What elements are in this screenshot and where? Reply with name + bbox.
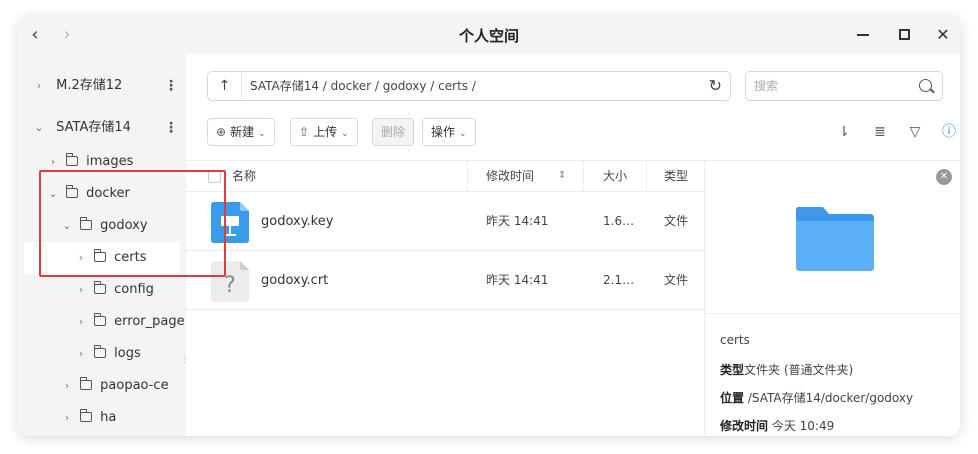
table-row[interactable]: godoxy.key 昨天 14:41 1.6… 文件 <box>186 192 704 251</box>
detail-modified: 修改时间 今天 10:49 <box>720 417 834 434</box>
maximize-icon <box>899 29 910 40</box>
chevron-down-icon[interactable]: ⌄ <box>32 112 46 144</box>
maximize-button[interactable] <box>894 24 916 46</box>
info-icon[interactable]: ⓘ <box>939 122 959 142</box>
title-bar: ‹ › 个人空间 ✕ <box>18 16 960 54</box>
sidebar-item-m2[interactable]: › M.2存储12 ⋮ <box>32 70 178 102</box>
column-divider <box>646 161 647 192</box>
sidebar-item-logs[interactable]: › logs <box>74 338 141 370</box>
table-header: 名称 修改时间 ⇕ 大小 类型 <box>186 160 704 192</box>
new-button[interactable]: ⊕ 新建 ⌄ <box>207 118 275 146</box>
up-arrow-icon[interactable]: ↑ <box>208 72 242 100</box>
table-row[interactable]: ? godoxy.crt 昨天 14:41 2.1… 文件 <box>186 251 704 310</box>
sidebar-item-label: M.2存储12 <box>56 78 123 93</box>
sidebar-item-ha[interactable]: › ha <box>60 402 116 434</box>
annotation-highlight-box <box>39 170 226 277</box>
sidebar-item-error-page[interactable]: › error_page <box>74 306 185 338</box>
path-bar[interactable]: ↑ SATA存储14 / docker / godoxy / certs / ↻ <box>207 71 731 101</box>
folder-icon <box>93 345 106 358</box>
detail-location-value: /SATA存储14/docker/godoxy <box>744 391 914 405</box>
search-input[interactable]: 搜索 <box>745 71 943 101</box>
detail-name: certs <box>720 333 750 347</box>
detail-type-value: 文件夹 (普通文件夹) <box>744 363 854 377</box>
sidebar-item-label: ha <box>100 410 117 425</box>
new-button-label: 新建 <box>230 125 255 139</box>
file-type: 文件 <box>664 273 689 287</box>
close-button[interactable]: ✕ <box>932 24 954 46</box>
search-icon[interactable] <box>919 79 932 92</box>
add-circle-icon: ⊕ <box>216 125 227 139</box>
sidebar-item-label: SATA存储14 <box>56 120 131 135</box>
header-name[interactable]: 名称 <box>232 161 256 192</box>
sidebar-item-paopao-ce[interactable]: › paopao-ce <box>60 370 169 402</box>
sidebar-item-sata[interactable]: ⌄ SATA存储14 ⋮ <box>32 112 178 144</box>
sidebar-item-label: logs <box>114 346 141 361</box>
sort-updown-icon[interactable]: ⇕ <box>558 161 566 192</box>
chevron-down-icon: ⌄ <box>341 129 349 139</box>
upload-icon: ⇧ <box>299 125 310 139</box>
sort-icon[interactable]: ⇂ <box>834 122 854 142</box>
folder-icon <box>93 281 106 294</box>
sidebar-item-label: error_page <box>114 314 185 329</box>
chevron-right-icon[interactable]: › <box>74 274 88 306</box>
svg-text:?: ? <box>224 273 236 298</box>
close-detail-icon[interactable]: ✕ <box>936 169 952 185</box>
chevron-right-icon[interactable]: › <box>74 306 88 338</box>
detail-divider <box>705 313 960 314</box>
action-button[interactable]: 操作 ⌄ <box>422 118 476 146</box>
file-modified: 昨天 14:41 <box>486 214 549 228</box>
folder-icon <box>79 377 92 390</box>
detail-type-label: 类型 <box>720 363 745 377</box>
sidebar-item-label: config <box>114 282 154 297</box>
search-placeholder: 搜索 <box>754 79 779 93</box>
folder-icon <box>93 313 106 326</box>
detail-panel: ✕ certs 类型文件夹 (普通文件夹) 位置 /SATA存储14/docke… <box>704 160 960 436</box>
detail-type: 类型文件夹 (普通文件夹) <box>720 361 853 378</box>
header-type[interactable]: 类型 <box>664 161 688 192</box>
window-title: 个人空间 <box>458 27 519 45</box>
minimize-button[interactable] <box>852 24 874 46</box>
refresh-icon[interactable]: ↻ <box>709 72 722 100</box>
path-text: SATA存储14 / docker / godoxy / certs / <box>250 79 476 93</box>
sidebar-item-label: paopao-ce <box>100 378 169 393</box>
delete-button-label: 删除 <box>381 125 406 139</box>
chevron-right-icon[interactable]: › <box>32 70 46 102</box>
close-icon: ✕ <box>936 25 950 44</box>
detail-location-label: 位置 <box>720 391 745 405</box>
filter-icon[interactable]: ▽ <box>905 122 925 142</box>
file-name: godoxy.key <box>261 214 334 229</box>
chevron-right-icon[interactable]: › <box>74 338 88 370</box>
detail-modified-label: 修改时间 <box>720 419 769 433</box>
chevron-down-icon: ⌄ <box>459 129 467 139</box>
header-modified[interactable]: 修改时间 <box>486 161 534 192</box>
file-manager-window: ‹ › 个人空间 ✕ › M.2存储12 ⋮ ⌄ SATA存储14 ⋮ › im… <box>18 16 960 436</box>
list-view-icon[interactable]: ≣ <box>870 122 890 142</box>
file-name: godoxy.crt <box>261 273 329 288</box>
chevron-right-icon[interactable]: › <box>60 402 74 434</box>
detail-modified-value: 今天 10:49 <box>768 419 835 433</box>
folder-icon <box>65 153 78 166</box>
detail-location: 位置 /SATA存储14/docker/godoxy <box>720 389 913 406</box>
file-size: 1.6… <box>603 214 635 228</box>
upload-button[interactable]: ⇧ 上传 ⌄ <box>290 118 358 146</box>
folder-icon <box>79 409 92 422</box>
delete-button[interactable]: 删除 <box>372 118 415 146</box>
file-modified: 昨天 14:41 <box>486 273 549 287</box>
main-pane: ↑ SATA存储14 / docker / godoxy / certs / ↻… <box>186 54 960 436</box>
upload-button-label: 上传 <box>313 125 338 139</box>
folder-icon <box>796 207 874 271</box>
minimize-icon <box>857 34 869 36</box>
file-size: 2.1… <box>603 273 635 287</box>
chevron-right-icon[interactable]: › <box>60 370 74 402</box>
file-type: 文件 <box>664 214 689 228</box>
sidebar-item-label: images <box>86 154 134 169</box>
header-size[interactable]: 大小 <box>603 161 627 192</box>
column-divider <box>467 161 468 192</box>
sidebar-item-config[interactable]: › config <box>74 274 154 306</box>
more-vertical-icon[interactable]: ⋮ <box>164 70 178 102</box>
chevron-down-icon: ⌄ <box>258 129 266 139</box>
more-vertical-icon[interactable]: ⋮ <box>164 112 178 144</box>
column-divider <box>583 161 584 192</box>
action-button-label: 操作 <box>431 125 456 139</box>
